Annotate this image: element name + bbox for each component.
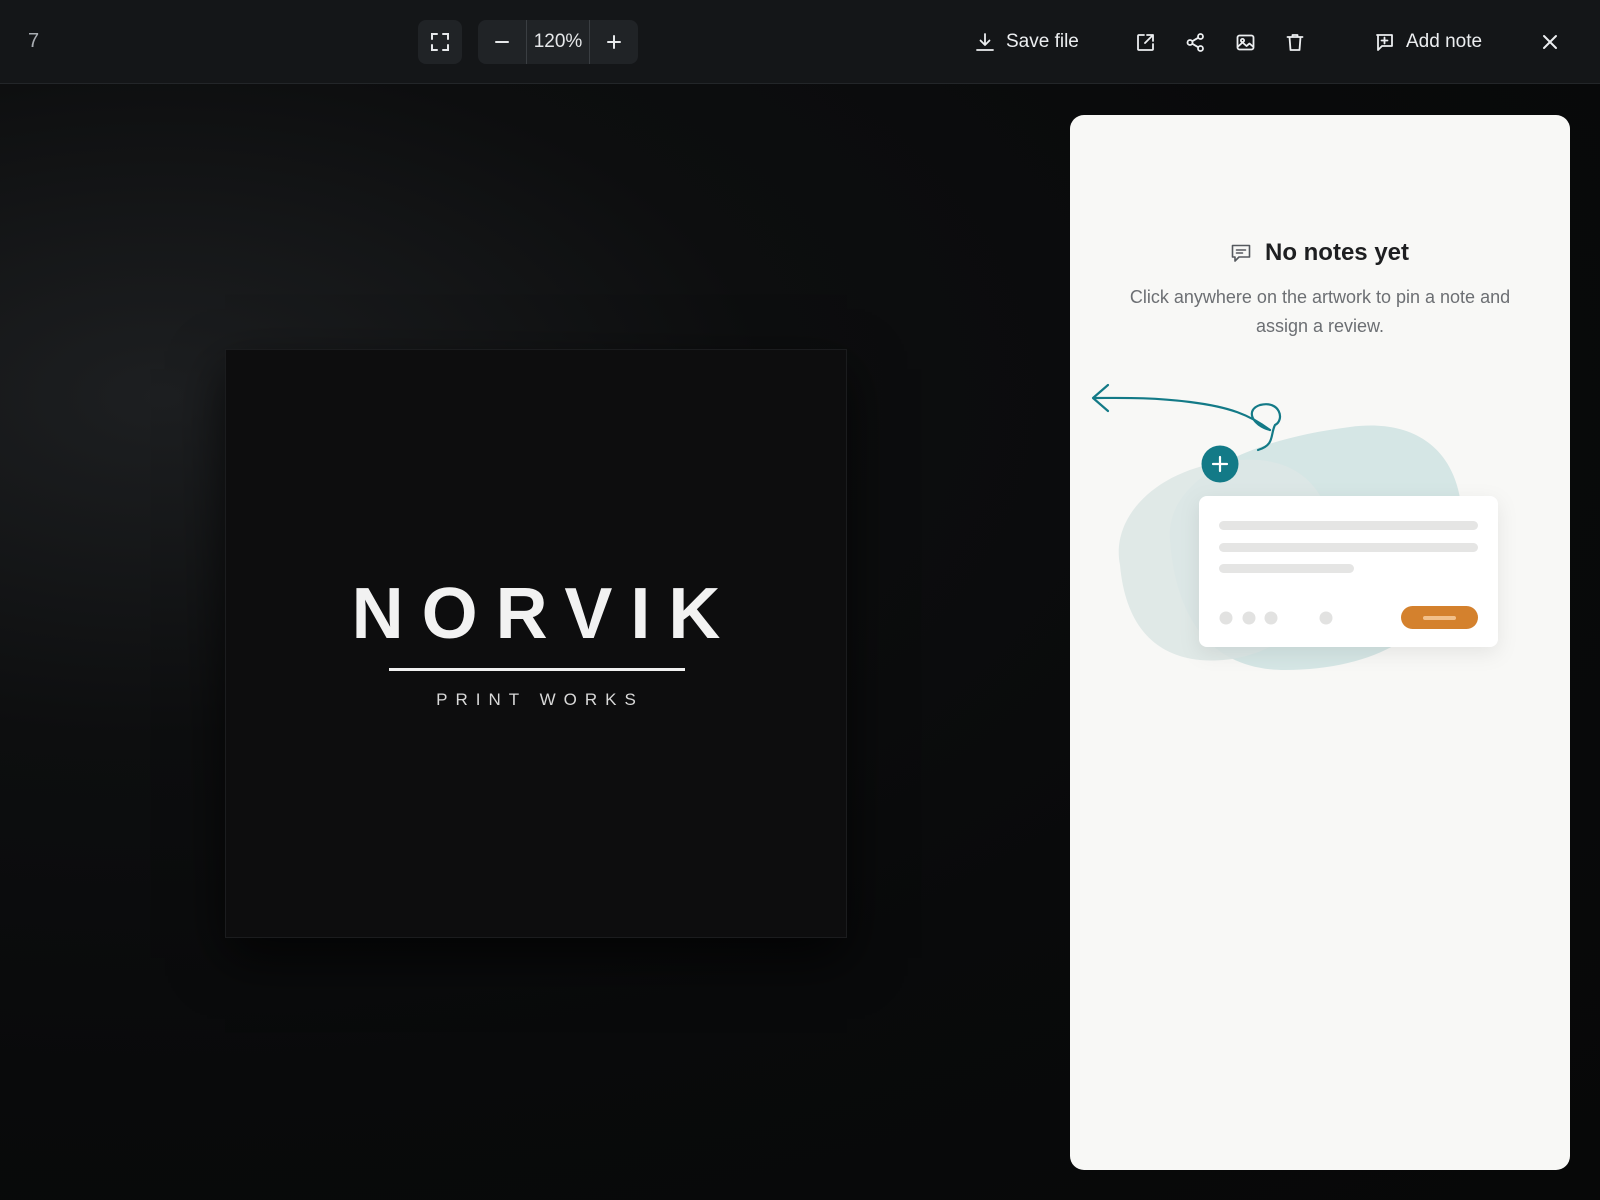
empty-state-description: Click anywhere on the artwork to pin a n… [1129, 287, 1511, 336]
page-number: 7 [28, 30, 40, 52]
download-icon [976, 33, 994, 51]
add-note-icon [1376, 33, 1393, 51]
artwork-preview[interactable]: NORVIK PRINT WORKS [225, 349, 847, 938]
illustration-pin-button [1201, 445, 1239, 483]
image-icon [1236, 34, 1254, 50]
artwork-tagline: PRINT WORKS [436, 690, 644, 709]
toolbar: 7 120% Save file Add note [0, 0, 1600, 84]
fullscreen-icon [431, 33, 449, 51]
illustration-note-card [1199, 496, 1498, 647]
save-file-button[interactable]: Save file [976, 22, 1079, 62]
add-note-label: Add note [1406, 31, 1483, 52]
zoom-control: 120% [478, 20, 638, 64]
trash-icon [1286, 33, 1304, 51]
plus-icon [607, 35, 621, 49]
empty-state-title-text: No notes yet [1264, 239, 1410, 266]
artwork-brand-name: NORVIK [351, 574, 739, 654]
zoom-out-button[interactable] [478, 20, 526, 64]
illustration-arrow [1093, 396, 1272, 432]
add-note-button[interactable]: Add note [1375, 22, 1482, 62]
close-icon [1543, 35, 1557, 49]
zoom-level: 120% [526, 20, 590, 64]
minus-icon [495, 41, 509, 43]
open-external-button[interactable] [1125, 22, 1165, 62]
share-button[interactable] [1175, 22, 1215, 62]
notes-panel: No notes yet Click anywhere on the artwo… [1070, 115, 1570, 1170]
delete-button[interactable] [1275, 22, 1315, 62]
zoom-in-button[interactable] [590, 20, 638, 64]
empty-state-title: No notes yet [1070, 239, 1570, 267]
close-button[interactable] [1530, 22, 1570, 62]
external-link-icon [1136, 33, 1154, 51]
comment-icon [1231, 244, 1251, 262]
image-button[interactable] [1225, 22, 1265, 62]
share-icon [1186, 32, 1204, 52]
save-file-label: Save file [1006, 31, 1079, 52]
empty-state-illustration [1091, 383, 1498, 670]
fullscreen-button[interactable] [418, 20, 462, 64]
artwork-divider [389, 668, 685, 671]
